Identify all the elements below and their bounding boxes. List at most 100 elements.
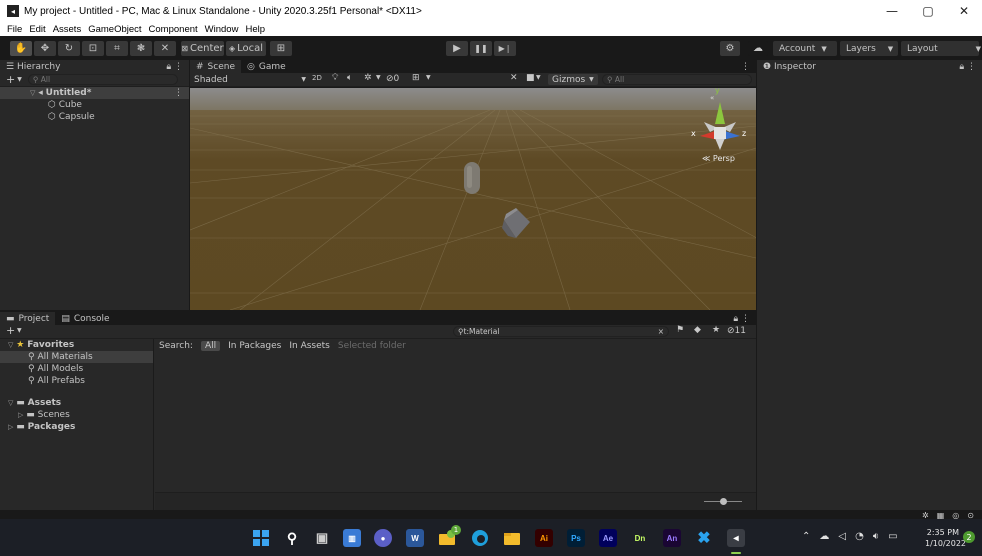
hierarchy-item-capsule[interactable]: ⬡ Capsule (0, 111, 189, 123)
scene-render[interactable] (0, 88, 891, 311)
collab-icon[interactable]: ⚙ (720, 41, 740, 56)
packages-folder[interactable]: ▷ ▬ Packages (0, 421, 153, 433)
filter-label-icon[interactable]: ◆ (694, 325, 701, 335)
hidden-objects-toggle[interactable]: ⊘0 (386, 74, 399, 84)
menu-help[interactable]: Help (245, 24, 265, 35)
expand-arrow-icon[interactable]: ▽ (30, 89, 35, 97)
tab-scene[interactable]: # Scene (190, 60, 241, 73)
lock-icon[interactable]: 🔒︎ (733, 314, 738, 324)
chevron-up-icon[interactable]: ⌃ (802, 531, 810, 542)
effects-icon[interactable]: ✲ (364, 73, 372, 83)
word-icon[interactable]: W (406, 529, 424, 547)
minimize-button[interactable]: — (874, 0, 910, 22)
draw-mode-dropdown[interactable]: Shaded ▼ (194, 74, 306, 85)
scope-selected-folder-button[interactable]: Selected folder (338, 341, 406, 351)
tab-hierarchy[interactable]: ☰ Hierarchy 🔒︎ ⋮ (0, 60, 189, 73)
dimension-icon[interactable]: Dn (631, 529, 649, 547)
scenes-folder[interactable]: ▷ ▬ Scenes (0, 409, 153, 421)
grid-toggle-icon[interactable]: ⊞ (412, 73, 420, 83)
hierarchy-search-input[interactable]: ⚲ All (27, 74, 178, 85)
menu-gameobject[interactable]: GameObject (88, 24, 141, 35)
custom-tool-icon[interactable]: ✕ (154, 41, 176, 56)
zoom-slider-handle[interactable] (720, 498, 727, 505)
scope-in-assets-button[interactable]: In Assets (289, 341, 330, 351)
favorites-folder[interactable]: ▽ ★ Favorites (0, 339, 153, 351)
kebab-menu-icon[interactable]: ⋮ (174, 88, 183, 98)
maximize-button[interactable]: ▢ (910, 0, 946, 22)
assets-folder[interactable]: ▽ ▬ Assets (0, 397, 153, 409)
hand-tool-icon[interactable]: ✋ (10, 41, 32, 56)
menu-component[interactable]: Component (149, 24, 198, 35)
camera-icon[interactable]: ■ (526, 73, 535, 83)
filter-type-icon[interactable]: ⚑ (676, 325, 684, 335)
tab-inspector[interactable]: ❶ Inspector 🔒︎ ⋮ (757, 60, 982, 73)
widgets-icon[interactable]: ▥ (343, 529, 361, 547)
rect-tool-icon[interactable]: ⌗ (106, 41, 128, 56)
kebab-menu-icon[interactable]: ⋮ (967, 62, 976, 72)
photoshop-icon[interactable]: Ps (567, 529, 585, 547)
onedrive-icon[interactable]: ☁ (819, 531, 829, 542)
task-view-icon[interactable]: ▣ (313, 529, 331, 547)
check-icon[interactable]: ⊙ (967, 511, 974, 520)
toggle-2d-button[interactable]: 2D (312, 74, 322, 82)
pivot-local-toggle[interactable]: ◈ Local (226, 41, 266, 56)
after-effects-icon[interactable]: Ae (599, 529, 617, 547)
gizmos-dropdown[interactable]: Gizmos ▼ (548, 74, 598, 85)
animate-icon[interactable]: An (663, 529, 681, 547)
unity-taskbar-icon[interactable]: ◂ (727, 529, 745, 547)
layout-dropdown[interactable]: Layout ▼ (901, 41, 981, 56)
tab-game[interactable]: ◎ Game (241, 60, 292, 73)
favorite-item-all-materials[interactable]: ⚲ All Materials (0, 351, 153, 363)
capsule-object[interactable] (464, 162, 480, 194)
menu-edit[interactable]: Edit (29, 24, 45, 35)
lock-icon[interactable]: 🔒︎ (959, 62, 964, 72)
scale-tool-icon[interactable]: ⊡ (82, 41, 104, 56)
search-icon[interactable]: ⚲ (283, 529, 301, 547)
collab-status-icon[interactable]: ◎ (952, 511, 959, 520)
debug-icon[interactable]: ✲ (922, 511, 929, 520)
menu-file[interactable]: File (7, 24, 22, 35)
wifi-icon[interactable]: ◔ (855, 531, 864, 542)
lock-icon[interactable]: 🔒︎ (166, 62, 171, 72)
lock-icon[interactable]: « (710, 94, 714, 102)
battery-icon[interactable]: ▭ (888, 531, 897, 542)
kebab-menu-icon[interactable]: ⋮ (741, 314, 750, 324)
folder-icon[interactable] (503, 529, 521, 547)
lighting-icon[interactable]: 💡︎ (332, 73, 338, 83)
step-button[interactable]: ▶❘ (494, 41, 516, 56)
scene-viewport[interactable]: y x z « ≪ Persp (0, 86, 891, 311)
move-tool-icon[interactable]: ✥ (34, 41, 56, 56)
favorite-item-all-models[interactable]: ⚲ All Models (0, 363, 153, 375)
kebab-menu-icon[interactable]: ⋮ (741, 62, 756, 72)
close-button[interactable]: ✕ (946, 0, 982, 22)
notification-count-badge[interactable]: 2 (963, 531, 975, 543)
project-add-button[interactable]: + (6, 324, 15, 337)
pivot-center-toggle[interactable]: ⊠ Center (181, 41, 224, 56)
expand-arrow-icon[interactable]: ▷ (8, 423, 13, 431)
project-search-input[interactable]: ⚲t:Material × (453, 326, 669, 337)
expand-arrow-icon[interactable]: ▷ (18, 411, 23, 419)
vscode-icon[interactable]: ✖ (695, 529, 713, 547)
windows-start-icon[interactable] (252, 529, 270, 547)
hidden-packages-toggle[interactable]: ⊘11 (727, 326, 746, 336)
transform-tool-icon[interactable]: ❃ (130, 41, 152, 56)
tools-icon[interactable]: ✕ (510, 73, 518, 83)
expand-arrow-icon[interactable]: ▽ (8, 341, 13, 349)
layers-dropdown[interactable]: Layers ▼ (840, 41, 898, 56)
kebab-menu-icon[interactable]: ⋮ (174, 62, 183, 72)
location-icon[interactable]: ◁ (838, 531, 846, 542)
grid-snap-icon[interactable]: ⊞ (270, 41, 292, 56)
edge-icon[interactable] (471, 529, 489, 547)
menu-window[interactable]: Window (205, 24, 239, 35)
rotate-tool-icon[interactable]: ↻ (58, 41, 80, 56)
play-button[interactable]: ▶ (446, 41, 468, 56)
hierarchy-item-cube[interactable]: ⬡ Cube (0, 99, 189, 111)
illustrator-icon[interactable]: Ai (535, 529, 553, 547)
progress-icon[interactable]: ▦ (937, 511, 945, 520)
clear-search-icon[interactable]: × (658, 327, 664, 336)
pause-button[interactable]: ❚❚ (470, 41, 492, 56)
scope-all-button[interactable]: All (200, 341, 221, 351)
volume-icon[interactable]: 🔉︎ (873, 531, 879, 542)
tab-console[interactable]: ▤ Console (55, 312, 115, 325)
cloud-icon[interactable]: ☁ (748, 41, 768, 56)
